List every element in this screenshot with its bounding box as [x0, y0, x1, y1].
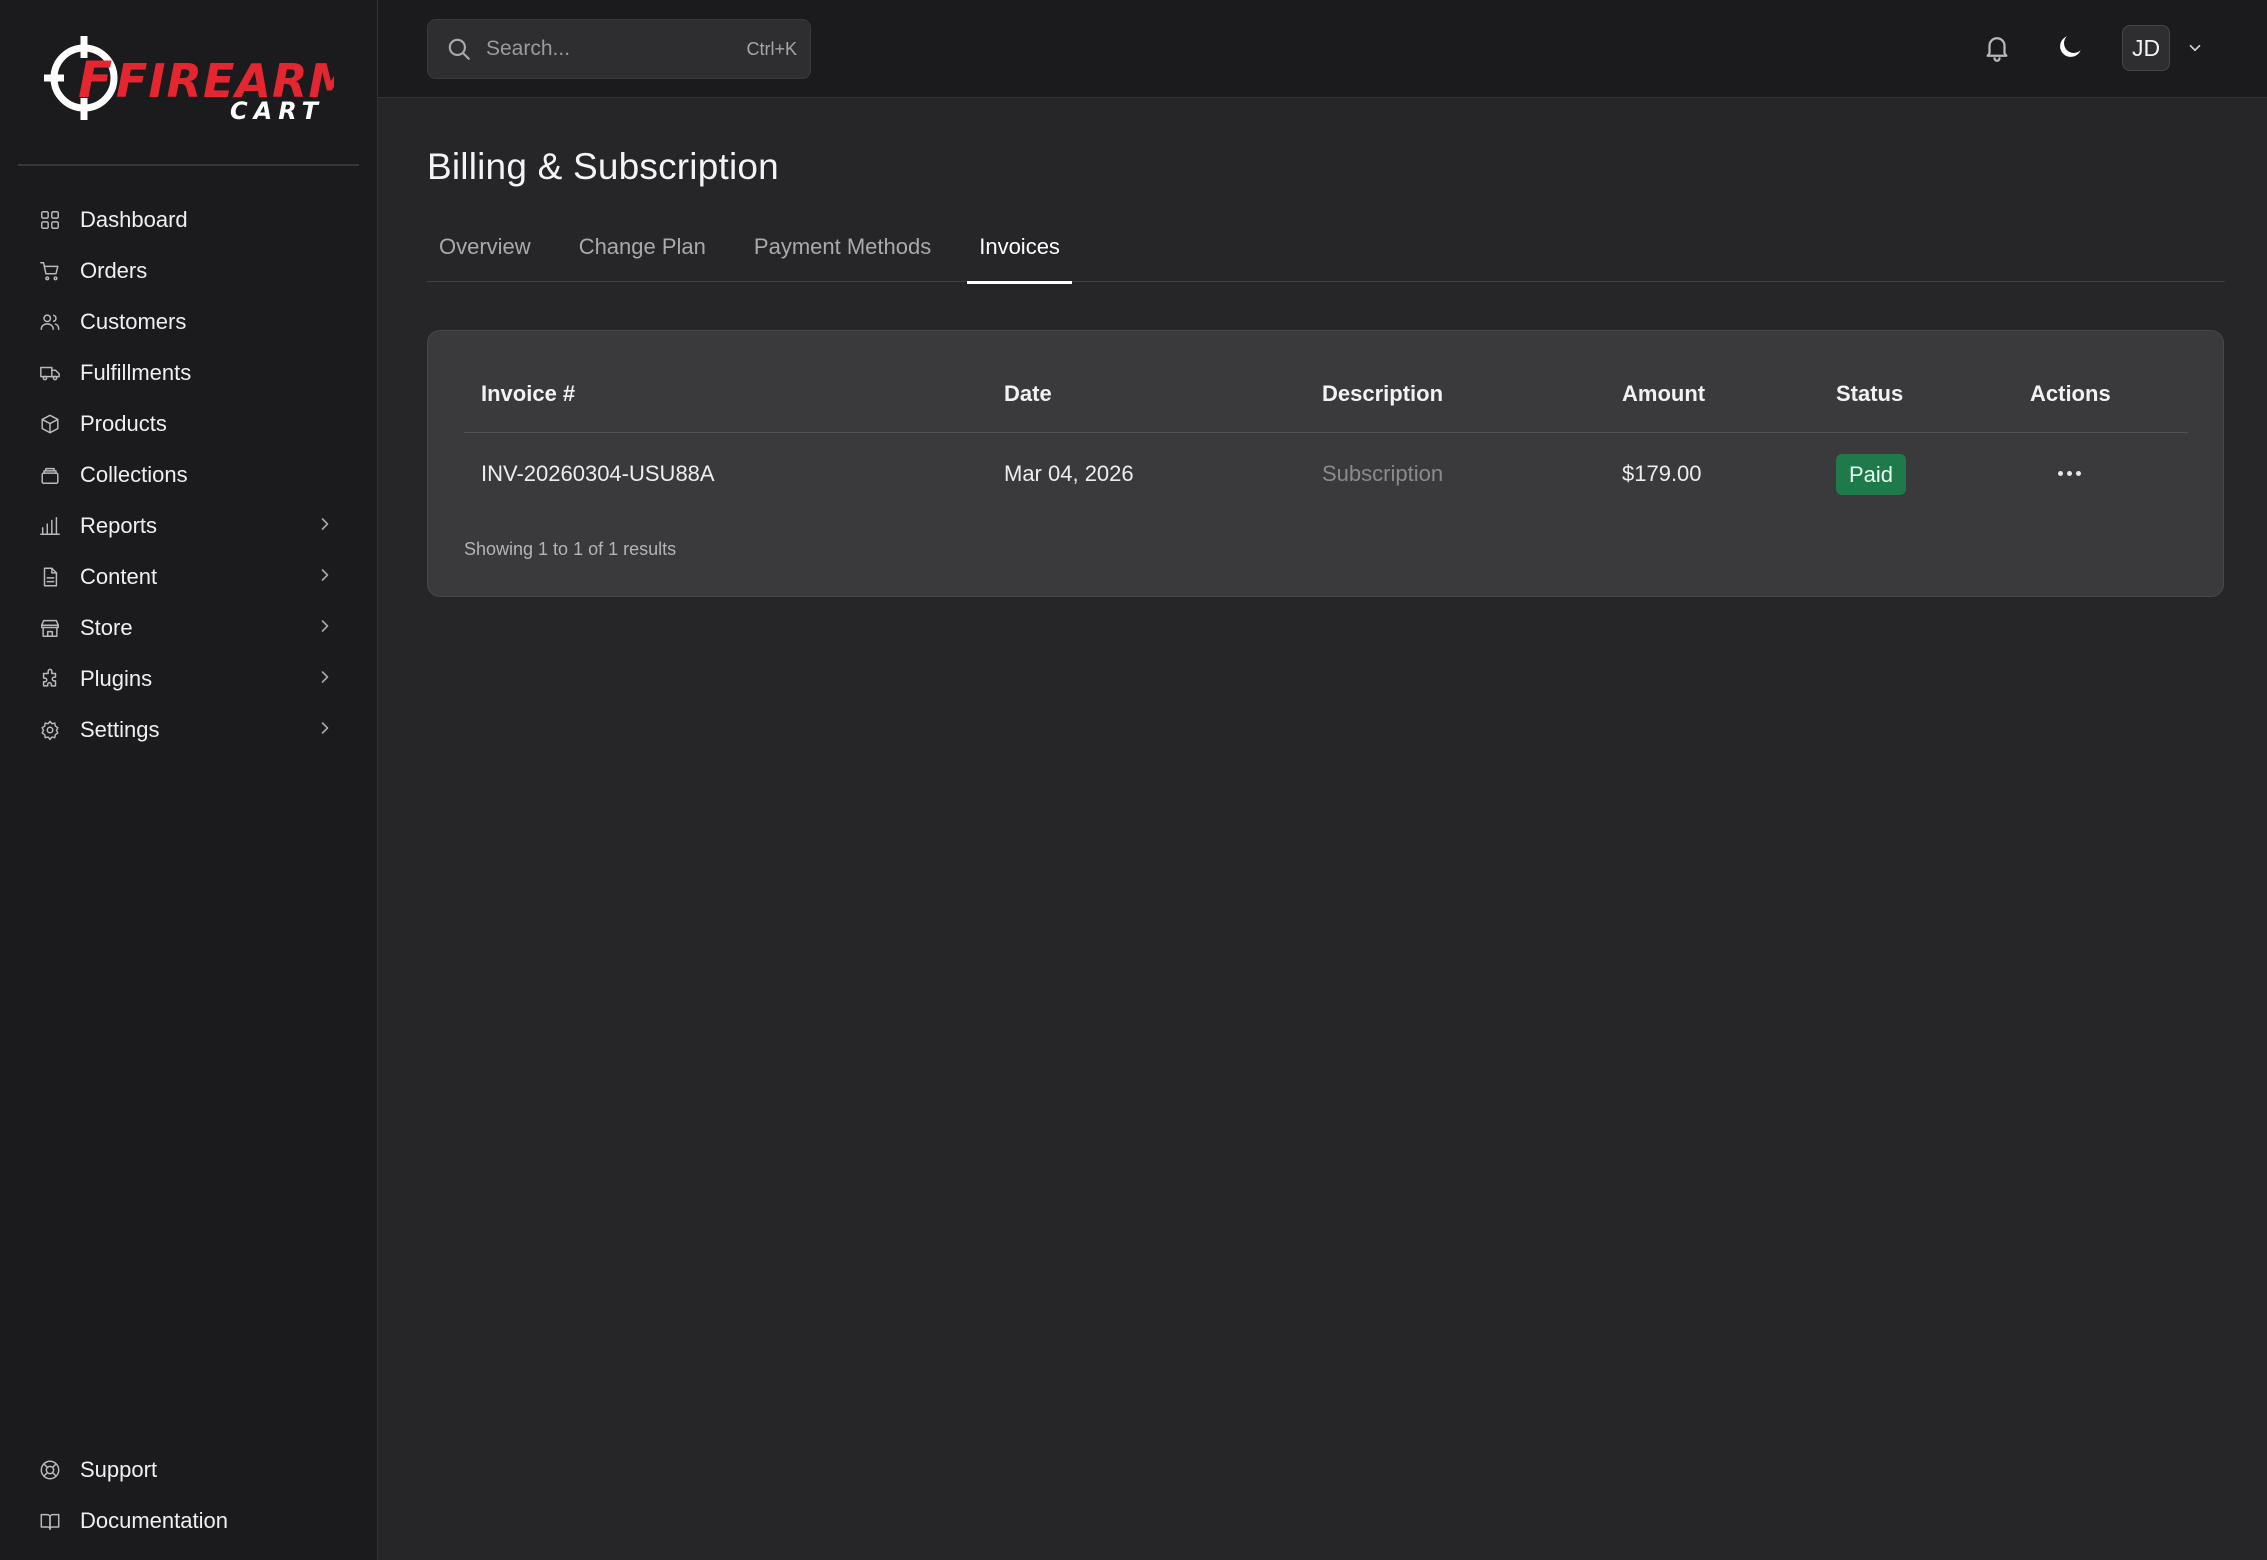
- svg-text:CART: CART: [230, 97, 324, 125]
- bar-chart-icon: [38, 514, 62, 538]
- cart-icon: [38, 259, 62, 283]
- sidebar-item-customers[interactable]: Customers: [0, 296, 377, 347]
- sidebar-item-collections[interactable]: Collections: [0, 449, 377, 500]
- users-icon: [38, 310, 62, 334]
- sidebar-item-label: Collections: [80, 461, 188, 487]
- sidebar-item-dashboard[interactable]: Dashboard: [0, 194, 377, 245]
- sidebar-item-label: Orders: [80, 257, 148, 283]
- sidebar-item-label: Dashboard: [80, 206, 188, 232]
- sidebar-item-label: Fulfillments: [80, 359, 192, 385]
- content: Billing & Subscription Overview Change P…: [427, 98, 2225, 597]
- table-row[interactable]: INV-20260304-USU88A Mar 04, 2026 Subscri…: [464, 433, 2188, 517]
- sidebar-item-label: Store: [80, 614, 133, 640]
- chevron-right-icon: [315, 616, 335, 636]
- main-area: Search... Ctrl+K JD Billing & Subscripti…: [378, 0, 2267, 1560]
- search-shortcut: Ctrl+K: [746, 38, 797, 59]
- moon-icon[interactable]: [2055, 32, 2089, 66]
- tab-change-plan[interactable]: Change Plan: [567, 236, 718, 282]
- sidebar-item-plugins[interactable]: Plugins: [0, 653, 377, 704]
- results-summary: Showing 1 to 1 of 1 results: [464, 539, 677, 559]
- sidebar: F FIREARM CART Dashboard Orders Customer…: [0, 0, 378, 1560]
- sidebar-nav: Dashboard Orders Customers Fulfillments …: [0, 166, 377, 755]
- table-header: Invoice # Date Description Amount Status…: [464, 367, 2188, 433]
- chevron-right-icon: [315, 565, 335, 585]
- sidebar-item-label: Support: [80, 1456, 158, 1482]
- search-placeholder: Search...: [486, 37, 571, 60]
- sidebar-item-support[interactable]: Support: [0, 1444, 377, 1495]
- sidebar-item-label: Content: [80, 563, 158, 589]
- page-title: Billing & Subscription: [427, 146, 779, 187]
- chevron-right-icon: [315, 514, 335, 534]
- column-header-status: Status: [1836, 381, 1904, 406]
- column-header-date: Date: [1004, 381, 1052, 406]
- sidebar-item-label: Documentation: [80, 1507, 228, 1533]
- invoice-description: Subscription: [1322, 461, 1444, 486]
- sidebar-item-products[interactable]: Products: [0, 398, 377, 449]
- status-badge: Paid: [1836, 454, 1907, 495]
- book-icon: [38, 1509, 62, 1533]
- sidebar-item-label: Customers: [80, 308, 187, 334]
- tab-payment-methods[interactable]: Payment Methods: [742, 236, 943, 282]
- column-header-description: Description: [1322, 381, 1444, 406]
- file-icon: [38, 565, 62, 589]
- invoice-date: Mar 04, 2026: [1004, 461, 1134, 486]
- sidebar-item-store[interactable]: Store: [0, 602, 377, 653]
- invoices-table: Invoice # Date Description Amount Status…: [464, 367, 2188, 517]
- tab-invoices[interactable]: Invoices: [967, 236, 1072, 284]
- sidebar-item-orders[interactable]: Orders: [0, 245, 377, 296]
- sidebar-item-reports[interactable]: Reports: [0, 500, 377, 551]
- search-icon: [448, 38, 470, 60]
- chevron-down-icon[interactable]: [2186, 39, 2204, 57]
- invoices-card: Invoice # Date Description Amount Status…: [427, 330, 2224, 597]
- sidebar-footer: Support Documentation: [0, 1444, 377, 1546]
- layers-icon: [38, 463, 62, 487]
- firearm-cart-logo: F FIREARM CART: [44, 36, 334, 125]
- column-header-amount: Amount: [1622, 381, 1706, 406]
- invoice-number[interactable]: INV-20260304-USU88A: [481, 461, 715, 487]
- column-header-actions: Actions: [2030, 381, 2111, 406]
- chevron-right-icon: [315, 718, 335, 738]
- invoice-amount: $179.00: [1622, 461, 1702, 486]
- sidebar-item-content[interactable]: Content: [0, 551, 377, 602]
- sidebar-item-fulfillments[interactable]: Fulfillments: [0, 347, 377, 398]
- brand-logo[interactable]: F FIREARM CART: [18, 0, 359, 166]
- sidebar-item-label: Reports: [80, 512, 158, 538]
- gear-icon: [38, 718, 62, 742]
- chevron-right-icon: [315, 667, 335, 687]
- bell-icon[interactable]: [1982, 32, 2016, 66]
- sidebar-item-documentation[interactable]: Documentation: [0, 1495, 377, 1546]
- grid-icon: [38, 208, 62, 232]
- tab-overview[interactable]: Overview: [427, 236, 543, 282]
- topbar: Search... Ctrl+K JD: [378, 0, 2267, 98]
- more-actions-icon[interactable]: [2049, 455, 2089, 491]
- tab-bar: Overview Change Plan Payment Methods Inv…: [427, 236, 2225, 284]
- svg-text:F: F: [78, 51, 113, 109]
- sidebar-item-settings[interactable]: Settings: [0, 704, 377, 755]
- lifebuoy-icon: [38, 1458, 62, 1482]
- sidebar-item-label: Products: [80, 410, 167, 436]
- puzzle-icon: [38, 667, 62, 691]
- column-header-invoice: Invoice #: [481, 381, 576, 406]
- sidebar-item-label: Settings: [80, 716, 160, 742]
- box-icon: [38, 412, 62, 436]
- avatar[interactable]: JD: [2122, 25, 2170, 71]
- truck-icon: [38, 361, 62, 385]
- store-icon: [38, 616, 62, 640]
- search-input[interactable]: Search... Ctrl+K: [427, 19, 811, 79]
- sidebar-item-label: Plugins: [80, 665, 153, 691]
